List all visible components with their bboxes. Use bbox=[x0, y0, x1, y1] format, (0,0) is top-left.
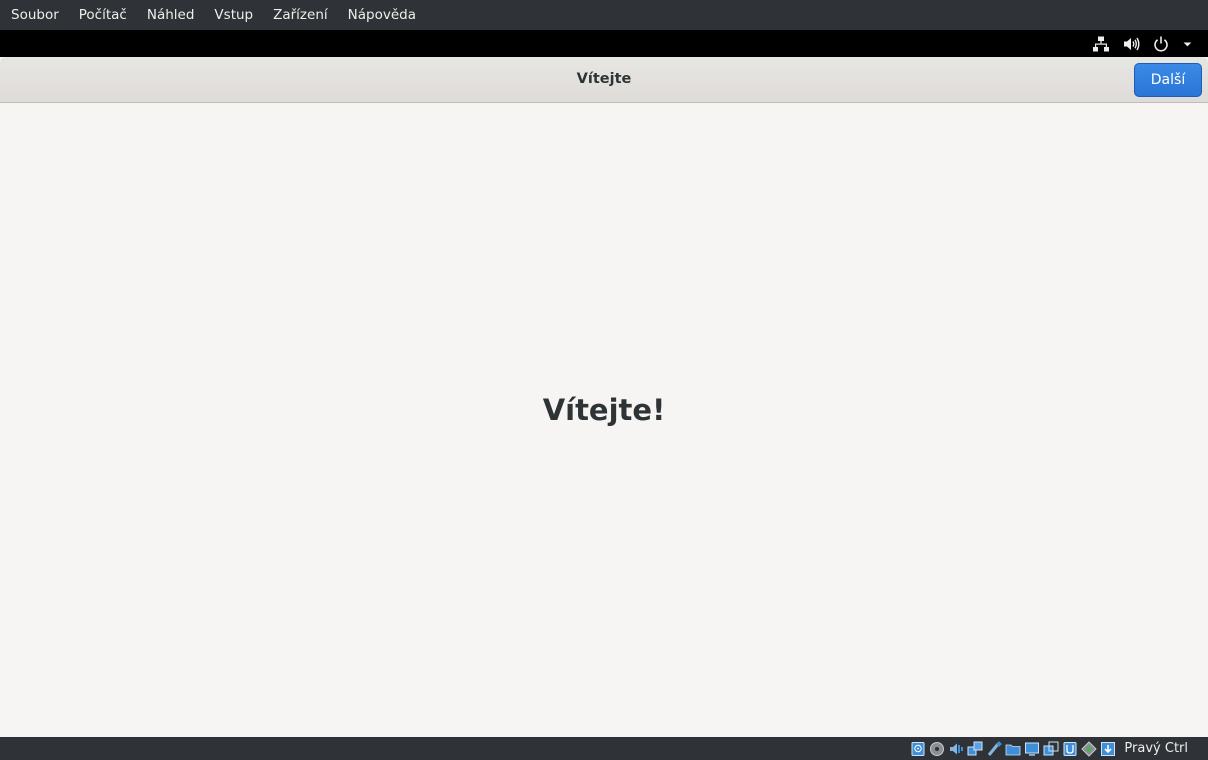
page-title: Vítejte bbox=[576, 71, 632, 87]
display-icon[interactable] bbox=[1024, 741, 1040, 757]
audio-icon[interactable] bbox=[948, 741, 964, 757]
vbox-menubar: Soubor Počítač Náhled Vstup Zařízení Náp… bbox=[0, 0, 1208, 30]
chevron-down-icon bbox=[1183, 41, 1192, 46]
menu-soubor[interactable]: Soubor bbox=[0, 0, 69, 30]
keyboard-capture-icon[interactable] bbox=[1081, 740, 1098, 757]
volume-icon bbox=[1124, 37, 1140, 50]
menu-zarizeni[interactable]: Zařízení bbox=[263, 0, 338, 30]
mouse-integration-icon[interactable] bbox=[1062, 741, 1078, 757]
headerbar: Vítejte Další bbox=[0, 57, 1208, 103]
menu-vstup[interactable]: Vstup bbox=[204, 0, 263, 30]
welcome-heading: Vítejte! bbox=[542, 393, 666, 427]
vbox-statusbar: Pravý Ctrl bbox=[0, 737, 1208, 760]
host-key-icon[interactable] bbox=[1100, 741, 1116, 757]
menu-napoveda[interactable]: Nápověda bbox=[338, 0, 426, 30]
menu-nahled[interactable]: Náhled bbox=[137, 0, 205, 30]
next-button[interactable]: Další bbox=[1134, 63, 1202, 97]
usb-icon[interactable] bbox=[986, 740, 1003, 757]
host-key-label: Pravý Ctrl bbox=[1124, 741, 1188, 756]
top-panel bbox=[0, 30, 1208, 57]
power-icon bbox=[1154, 36, 1168, 51]
network-wired-icon bbox=[1093, 36, 1109, 51]
video-capture-icon[interactable] bbox=[1043, 741, 1059, 757]
optical-drive-icon[interactable] bbox=[929, 741, 945, 757]
hard-disk-icon[interactable] bbox=[910, 741, 926, 757]
network-icon[interactable] bbox=[967, 741, 983, 757]
status-indicators: Pravý Ctrl bbox=[910, 737, 1188, 760]
welcome-page: Vítejte! bbox=[0, 103, 1208, 737]
system-status-area[interactable] bbox=[1092, 30, 1196, 57]
shared-folders-icon[interactable] bbox=[1005, 741, 1021, 757]
menu-pocitac[interactable]: Počítač bbox=[69, 0, 137, 30]
